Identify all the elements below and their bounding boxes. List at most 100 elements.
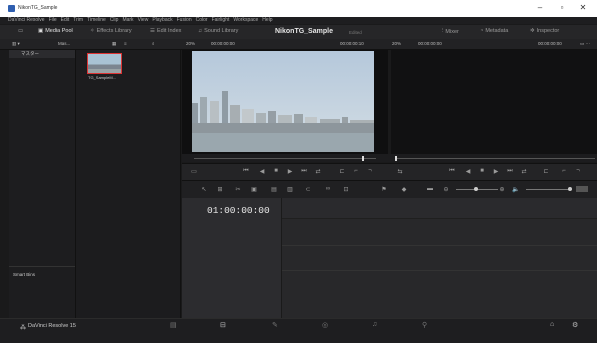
timecode-right: 00:00:00:00 — [418, 41, 442, 46]
marker-icon[interactable]: ◆ — [400, 186, 408, 193]
tl-skip-forward-icon[interactable]: ⏭ — [506, 168, 514, 175]
selection-tool-icon[interactable]: ↖ — [200, 186, 208, 193]
smart-bins-section[interactable]: Smart Bins — [9, 266, 75, 319]
volume-icon[interactable]: 🔈 — [512, 186, 520, 193]
menu-item[interactable]: View — [138, 17, 149, 23]
zoom-left[interactable]: 20% — [186, 41, 195, 46]
menu-item[interactable]: File — [49, 17, 57, 23]
media-pool-panel — [76, 50, 181, 318]
trim-tool-icon[interactable]: ⊞ — [216, 186, 224, 193]
fairlight-page-icon[interactable]: ♫ — [372, 321, 377, 328]
media-pool-button[interactable]: ▣ Media Pool — [38, 28, 73, 34]
reverse-play-icon[interactable]: ◀ — [258, 168, 266, 175]
mixer-button[interactable]: ⫶ Mixer — [442, 28, 459, 35]
tl-mark-out-icon[interactable]: ¬ — [574, 168, 582, 174]
clip-thumbnail[interactable] — [87, 53, 122, 74]
source-scrubber[interactable] — [194, 158, 376, 159]
edit-index-button[interactable]: ☰ Edit Index — [150, 28, 181, 34]
tl-play-icon[interactable]: ▶ — [492, 168, 500, 175]
list-view-icon[interactable]: ≡ — [124, 41, 127, 46]
color-page-icon[interactable]: ◎ — [322, 321, 328, 329]
position-lock-icon[interactable]: ⊡ — [342, 186, 350, 193]
tl-reverse-play-icon[interactable]: ◀ — [464, 168, 472, 175]
menu-item[interactable]: Fusion — [177, 17, 192, 23]
track-header-column — [182, 198, 282, 318]
snapping-icon[interactable]: ⊂ — [304, 186, 312, 193]
edit-page-icon[interactable]: ⊟ — [220, 321, 226, 329]
zoom-out-icon[interactable]: ⊖ — [442, 186, 450, 193]
tl-loop-icon[interactable]: ⇄ — [520, 168, 528, 175]
mark-in-icon[interactable]: ⌐ — [352, 168, 360, 174]
timeline-mode-icon[interactable]: ⇆ — [396, 168, 404, 175]
fusion-page-icon[interactable]: ✎ — [272, 321, 278, 329]
menu-item[interactable]: Clip — [110, 17, 119, 23]
home-icon[interactable]: ⌂ — [550, 321, 554, 328]
timeline-scrubber[interactable] — [395, 158, 595, 159]
timecode-right-2: 00:00:00:00 — [538, 41, 562, 46]
layout-icon[interactable]: ▥ ▾ — [12, 41, 20, 47]
flag-icon[interactable]: ⚑ — [380, 186, 388, 193]
menu-item[interactable]: Timeline — [87, 17, 106, 23]
search-icon[interactable]: ⌕ — [152, 41, 155, 46]
mark-out-icon[interactable]: ¬ — [366, 168, 374, 174]
stop-icon[interactable]: ■ — [272, 168, 280, 174]
menu-item[interactable]: Trim — [73, 17, 83, 23]
blade-tool-icon[interactable]: ✂ — [234, 186, 242, 193]
minimize-button[interactable]: – — [534, 3, 546, 12]
duration-readout: 00:00:00:10 — [340, 41, 364, 46]
timeline-viewer[interactable] — [391, 50, 597, 154]
metadata-button[interactable]: ◔ Metadata — [480, 28, 508, 34]
timeline-ruler[interactable] — [282, 198, 597, 219]
match-frame-icon[interactable]: ⊏ — [338, 168, 346, 175]
tl-skip-back-icon[interactable]: ⏮ — [448, 168, 456, 175]
link-icon[interactable]: ∞ — [324, 186, 332, 192]
media-page-icon[interactable]: ▤ — [170, 321, 177, 329]
resolve-logo-icon: ⁂ — [20, 325, 26, 331]
audio-meter-icon[interactable] — [576, 186, 588, 192]
overwrite-clip-icon[interactable]: ▤ — [270, 186, 278, 193]
close-button[interactable]: ✕ — [577, 3, 589, 12]
menu-item[interactable]: Color — [196, 17, 208, 23]
sound-library-label: Sound Library — [204, 28, 239, 34]
panel-toggle-icon[interactable]: ▭ — [18, 28, 23, 34]
source-playhead[interactable] — [362, 156, 364, 161]
effects-library-button[interactable]: ✧ Effects Library — [90, 28, 132, 34]
loop-icon[interactable]: ⇄ — [314, 168, 322, 175]
sound-library-button[interactable]: ♫ Sound Library — [198, 28, 238, 34]
menu-item[interactable]: Help — [262, 17, 272, 23]
zoom-in-icon[interactable]: ⊕ — [498, 186, 506, 193]
tl-mark-in-icon[interactable]: ⌐ — [560, 168, 568, 174]
menu-item[interactable]: Playback — [152, 17, 172, 23]
zoom-slider-handle[interactable] — [474, 187, 478, 191]
skip-forward-icon[interactable]: ⏭ — [300, 168, 308, 175]
replace-clip-icon[interactable]: ▥ — [286, 186, 294, 193]
track-divider — [282, 270, 597, 271]
timeline-view-icon[interactable]: ▬ — [426, 186, 434, 192]
deliver-page-icon[interactable]: ⚲ — [422, 321, 427, 329]
tl-stop-icon[interactable]: ■ — [478, 168, 486, 174]
transport-controls: ▭ ⏮ ◀ ■ ▶ ⏭ ⇄ ⊏ ⌐ ¬ ⇆ ⏮ ◀ ■ ▶ ⏭ ⇄ ⊏ ⌐ ¬ — [182, 163, 597, 180]
menu-item[interactable]: Fairlight — [212, 17, 230, 23]
bin-name[interactable]: Mas... — [58, 41, 70, 46]
master-bin-item[interactable]: マスター — [9, 50, 75, 58]
inspector-button[interactable]: ✲ Inspector — [530, 28, 559, 34]
mixer-icon: ⫶ — [442, 28, 444, 34]
menu-item[interactable]: Edit — [61, 17, 70, 23]
menu-item[interactable]: DaVinci Resolve — [8, 17, 45, 23]
grid-view-icon[interactable]: ▦ — [112, 41, 116, 47]
tl-match-frame-icon[interactable]: ⊏ — [542, 168, 550, 175]
play-icon[interactable]: ▶ — [286, 168, 294, 175]
insert-clip-icon[interactable]: ▣ — [250, 186, 258, 193]
fullscreen-icon[interactable]: ▭ ⋯ — [580, 41, 590, 47]
restore-button[interactable]: ▫ — [556, 3, 568, 12]
menu-item[interactable]: Mark — [122, 17, 133, 23]
skip-back-icon[interactable]: ⏮ — [242, 168, 250, 175]
page-navigation-bar — [0, 318, 597, 343]
clip-mode-icon[interactable]: ▭ — [190, 168, 198, 175]
zoom-right[interactable]: 20% — [392, 41, 401, 46]
volume-slider[interactable] — [526, 189, 572, 190]
menu-item[interactable]: Workspace — [233, 17, 258, 23]
timeline-playhead[interactable] — [395, 156, 397, 161]
settings-gear-icon[interactable]: ⚙ — [572, 321, 578, 329]
volume-slider-handle[interactable] — [568, 187, 572, 191]
